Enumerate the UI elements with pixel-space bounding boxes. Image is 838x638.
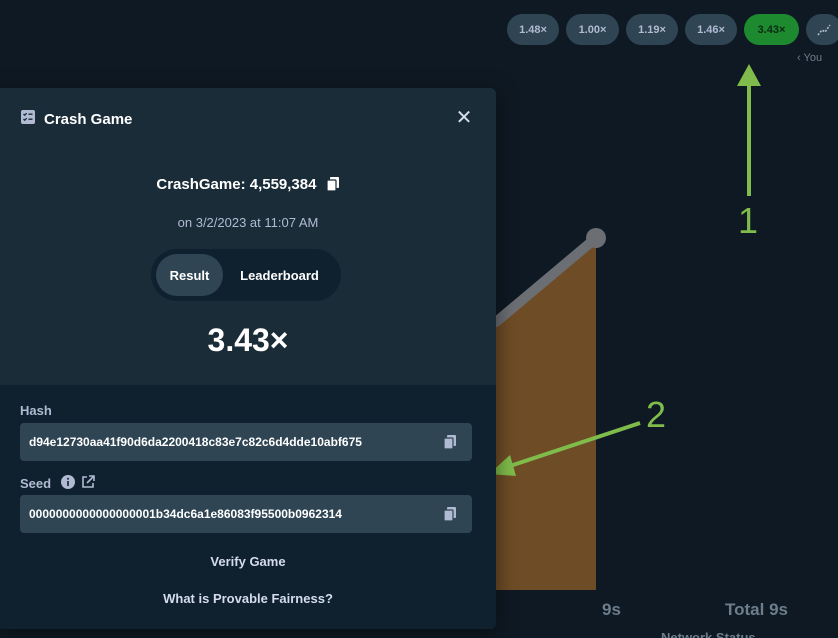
verify-game-link[interactable]: Verify Game [0, 554, 496, 569]
chart-area-fill [496, 238, 596, 590]
history-pill-active[interactable]: 3.43× [744, 14, 799, 45]
checklist-icon [20, 109, 36, 130]
seed-label-text: Seed [20, 476, 52, 491]
trend-icon[interactable] [806, 14, 838, 45]
provable-fairness-link[interactable]: What is Provable Fairness? [0, 591, 496, 606]
modal-header: Crash Game [0, 88, 496, 151]
copy-icon[interactable] [428, 495, 472, 533]
result-tabs: Result Leaderboard [151, 249, 341, 301]
crash-multiplier: 3.43× [207, 322, 289, 358]
tab-result[interactable]: Result [156, 254, 223, 296]
copy-icon[interactable] [326, 177, 340, 195]
modal-title: Crash Game [44, 111, 133, 128]
axis-label-9s: 9s [602, 600, 621, 619]
network-status[interactable]: Network Status [661, 630, 756, 638]
seed-label: Seed [20, 475, 95, 492]
hash-label-text: Hash [20, 403, 52, 418]
annotation-label-2: 2 [646, 394, 667, 435]
external-link-icon[interactable] [81, 475, 95, 492]
you-label: ‹ You [797, 52, 823, 64]
history-pill[interactable]: 1.48× [507, 14, 559, 45]
history-pill[interactable]: 1.19× [626, 14, 678, 45]
chart-end-point [586, 228, 606, 248]
history-pill[interactable]: 1.46× [685, 14, 737, 45]
history-pill[interactable]: 1.00× [566, 14, 619, 45]
hash-field[interactable]: d94e12730aa41f90d6da2200418c83e7c82c6d4d… [20, 423, 472, 461]
crash-game-modal: Crash Game ✕ CrashGame: 4,559,384 on 3/2… [0, 88, 496, 629]
hash-value: d94e12730aa41f90d6da2200418c83e7c82c6d4d… [29, 435, 362, 449]
game-id-text: CrashGame: 4,559,384 [156, 176, 317, 193]
seed-field[interactable]: 0000000000000000001b34dc6a1e86083f95500b… [20, 495, 472, 533]
tab-leaderboard[interactable]: Leaderboard [223, 254, 336, 296]
info-icon[interactable] [61, 475, 76, 492]
game-id: CrashGame: 4,559,384 [0, 176, 496, 195]
annotation-arrow-1-head [737, 64, 761, 86]
history-bar: 1.48× 1.00× 1.19× 1.46× 3.43× [507, 14, 838, 45]
game-date: on 3/2/2023 at 11:07 AM [177, 215, 319, 230]
seed-value: 0000000000000000001b34dc6a1e86083f95500b… [29, 507, 342, 521]
copy-icon[interactable] [428, 423, 472, 461]
axis-label-total: Total 9s [725, 600, 788, 619]
annotation-label-1: 1 [738, 200, 759, 241]
fairness-section: Hash d94e12730aa41f90d6da2200418c83e7c82… [0, 385, 496, 629]
hash-label: Hash [20, 403, 52, 418]
close-icon[interactable]: ✕ [454, 108, 474, 128]
